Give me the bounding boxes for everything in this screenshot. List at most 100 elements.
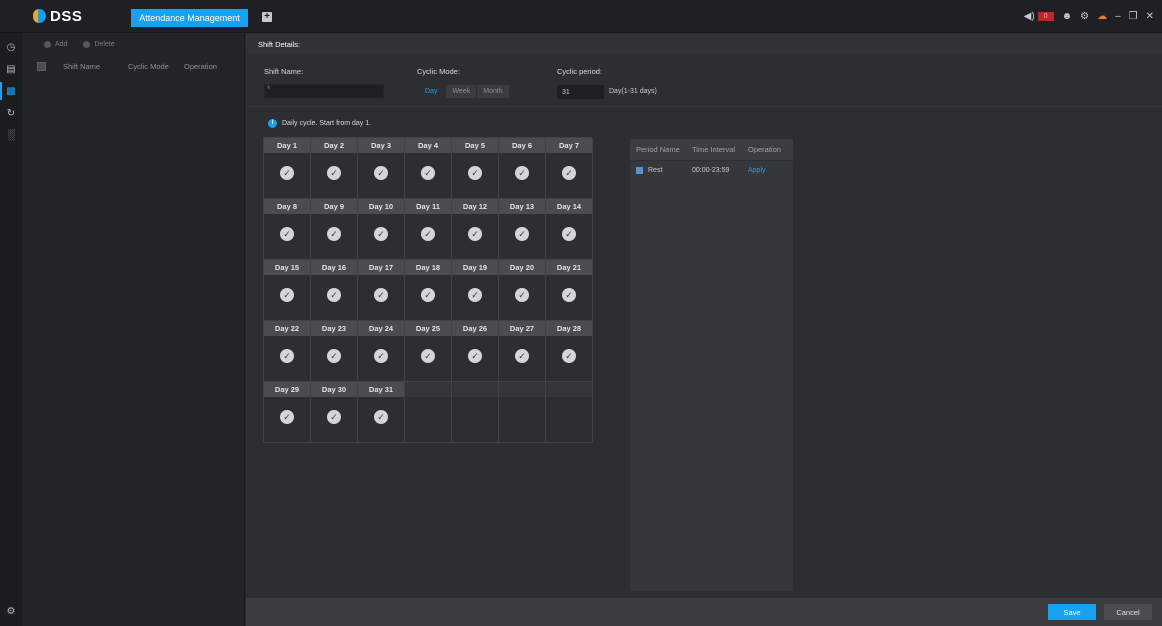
page-title: Shift Details: (246, 33, 1162, 55)
empty-day-cell (405, 382, 452, 443)
day-cell[interactable]: Day 29 ✓ (264, 382, 311, 443)
restore-icon[interactable]: ❐ (1129, 11, 1138, 22)
check-icon: ✓ (374, 410, 388, 424)
check-icon: ✓ (374, 166, 388, 180)
tab-attendance-management[interactable]: Attendance Management (131, 9, 248, 27)
close-icon[interactable]: ✕ (1146, 11, 1154, 22)
day-cell[interactable]: Day 26 ✓ (452, 321, 499, 382)
clock-icon[interactable]: ◷ (0, 36, 22, 58)
shift-name-label: Shift Name: (264, 67, 304, 76)
delete-label: Delete (94, 40, 115, 48)
alarm-button[interactable]: ◀) 0 (1024, 11, 1054, 22)
user-icon[interactable]: ☻ (1062, 11, 1073, 22)
mode-month-button[interactable]: Month (477, 85, 510, 98)
day-cell[interactable]: Day 22 ✓ (264, 321, 311, 382)
shift-details: Shift Name: * Cyclic Mode: Day Week Mont… (246, 55, 1162, 598)
day-cell[interactable]: Day 1 ✓ (264, 138, 311, 199)
day-label: Day 18 (405, 260, 451, 275)
mode-week-button[interactable]: Week (446, 85, 478, 98)
day-cell[interactable]: Day 8 ✓ (264, 199, 311, 260)
apply-link[interactable]: Apply (746, 167, 793, 174)
settings-icon[interactable]: ⚙ (0, 600, 22, 622)
day-label: Day 23 (311, 321, 357, 336)
day-cell[interactable]: Day 14 ✓ (546, 199, 593, 260)
day-cell[interactable]: Day 9 ✓ (311, 199, 358, 260)
day-label: Day 26 (452, 321, 498, 336)
add-tab-button[interactable]: + (262, 12, 272, 22)
empty-day-header (452, 382, 498, 397)
day-label: Day 8 (264, 199, 310, 214)
cyclic-mode-selector: Day Week Month (417, 85, 510, 98)
list-toolbar: Add Delete (22, 33, 244, 55)
day-label: Day 25 (405, 321, 451, 336)
day-cell[interactable]: Day 10 ✓ (358, 199, 405, 260)
day-cell[interactable]: Day 12 ✓ (452, 199, 499, 260)
day-cell[interactable]: Day 30 ✓ (311, 382, 358, 443)
day-cell[interactable]: Day 2 ✓ (311, 138, 358, 199)
day-cell[interactable]: Day 5 ✓ (452, 138, 499, 199)
gear-icon[interactable]: ⚙ (1080, 11, 1089, 22)
day-cell[interactable]: Day 24 ✓ (358, 321, 405, 382)
day-cell[interactable]: Day 20 ✓ (499, 260, 546, 321)
cloud-icon[interactable]: ☁ (1097, 11, 1107, 22)
check-icon: ✓ (421, 288, 435, 302)
day-cell[interactable]: Day 4 ✓ (405, 138, 452, 199)
day-cell[interactable]: Day 23 ✓ (311, 321, 358, 382)
check-icon: ✓ (280, 166, 294, 180)
check-icon: ✓ (515, 288, 529, 302)
empty-day-cell (546, 382, 593, 443)
table-row[interactable]: Rest 00:00-23:59 Apply (630, 161, 793, 179)
save-button[interactable]: Save (1048, 604, 1096, 620)
shift-icon[interactable]: ▩ (0, 80, 22, 102)
cancel-button[interactable]: Cancel (1104, 604, 1152, 620)
day-cell[interactable]: Day 28 ✓ (546, 321, 593, 382)
empty-day-header (405, 382, 451, 397)
select-all-checkbox[interactable] (37, 61, 46, 71)
footer: Save Cancel (246, 598, 1162, 626)
day-cell[interactable]: Day 3 ✓ (358, 138, 405, 199)
delete-button[interactable]: Delete (83, 40, 115, 48)
minimize-icon[interactable]: – (1115, 11, 1121, 22)
day-cell[interactable]: Day 21 ✓ (546, 260, 593, 321)
app-name: DSS (50, 7, 83, 25)
period-table: Period Name Time Interval Operation Rest… (630, 139, 793, 591)
day-cell[interactable]: Day 15 ✓ (264, 260, 311, 321)
check-icon: ✓ (327, 227, 341, 241)
day-cell[interactable]: Day 7 ✓ (546, 138, 593, 199)
day-cell[interactable]: Day 16 ✓ (311, 260, 358, 321)
day-cell[interactable]: Day 6 ✓ (499, 138, 546, 199)
add-label: Add (55, 40, 68, 48)
check-icon: ✓ (327, 288, 341, 302)
shift-name-input[interactable]: * (264, 84, 384, 98)
check-icon: ✓ (562, 288, 576, 302)
day-cell[interactable]: Day 17 ✓ (358, 260, 405, 321)
day-label: Day 15 (264, 260, 310, 275)
day-label: Day 13 (499, 199, 545, 214)
day-cell[interactable]: Day 27 ✓ (499, 321, 546, 382)
day-cell[interactable]: Day 19 ✓ (452, 260, 499, 321)
sync-icon[interactable]: ↻ (0, 102, 22, 124)
check-icon: ✓ (515, 349, 529, 363)
day-cell[interactable]: Day 18 ✓ (405, 260, 452, 321)
check-icon: ✓ (374, 227, 388, 241)
day-label: Day 14 (546, 199, 592, 214)
day-cell[interactable]: Day 25 ✓ (405, 321, 452, 382)
mode-day-button[interactable]: Day (417, 85, 447, 98)
check-icon: ✓ (421, 227, 435, 241)
day-cell[interactable]: Day 13 ✓ (499, 199, 546, 260)
day-label: Day 5 (452, 138, 498, 153)
stats-icon[interactable]: ░ (0, 124, 22, 146)
day-label: Day 21 (546, 260, 592, 275)
day-cell[interactable]: Day 11 ✓ (405, 199, 452, 260)
cyclic-period-input[interactable]: 31 (557, 85, 604, 99)
day-label: Day 16 (311, 260, 357, 275)
day-label: Day 19 (452, 260, 498, 275)
check-icon: ✓ (327, 349, 341, 363)
column-operation: Operation (184, 61, 217, 71)
period-name-cell: Rest (630, 166, 688, 174)
day-label: Day 2 (311, 138, 357, 153)
empty-day-header (499, 382, 545, 397)
calendar-icon[interactable]: ▤ (0, 58, 22, 80)
add-button[interactable]: Add (44, 40, 68, 48)
day-cell[interactable]: Day 31 ✓ (358, 382, 405, 443)
